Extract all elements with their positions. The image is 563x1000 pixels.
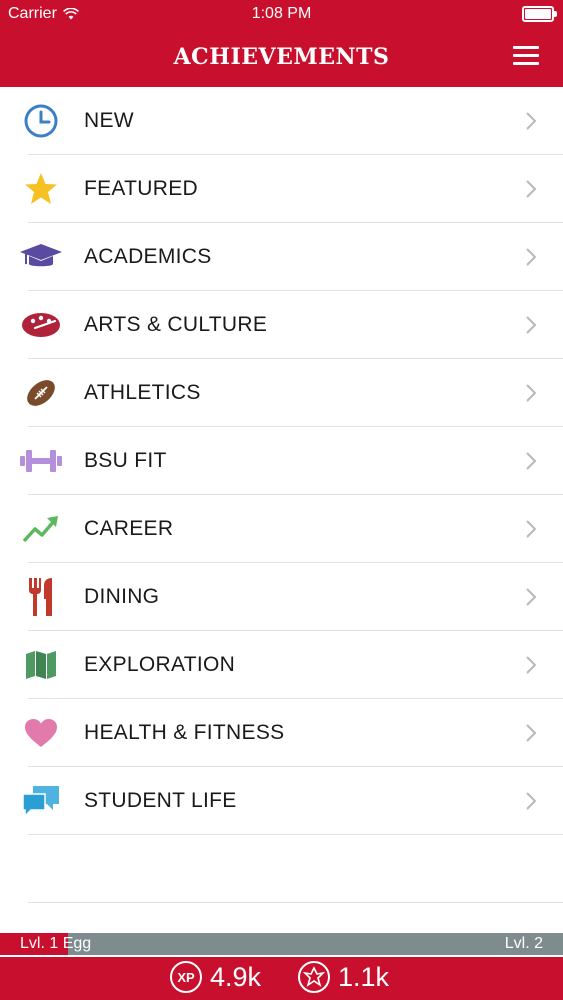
category-label: DINING [84, 585, 160, 608]
trending-up-icon [20, 511, 62, 547]
hamburger-icon [513, 46, 539, 49]
category-item-health-fitness[interactable]: HEALTH & FITNESS [0, 699, 563, 767]
xp-badge-icon: XP [170, 961, 202, 993]
clock-icon [20, 103, 62, 139]
graduation-cap-icon [20, 239, 62, 275]
points-value: 1.1k [338, 961, 390, 992]
category-item-arts-culture[interactable]: ARTS & CULTURE [0, 291, 563, 359]
list-spacer [0, 835, 563, 903]
chevron-right-icon [526, 316, 537, 334]
category-item-athletics[interactable]: ATHLETICS [0, 359, 563, 427]
category-item-student-life[interactable]: STUDENT LIFE [0, 767, 563, 835]
category-label: ACADEMICS [84, 245, 212, 268]
menu-button[interactable] [513, 46, 539, 66]
top-bar: Carrier 1:08 PM ACHIEVEMENTS [0, 0, 563, 87]
points-stat[interactable]: 1.1k [298, 961, 389, 993]
status-time: 1:08 PM [251, 5, 312, 22]
chevron-right-icon [526, 112, 537, 130]
category-item-new[interactable]: NEW [0, 87, 563, 155]
category-label: CAREER [84, 517, 174, 540]
dumbbell-icon [20, 443, 62, 479]
category-item-dining[interactable]: DINING [0, 563, 563, 631]
stats-bar: XP 4.9k 1.1k [0, 955, 563, 1000]
chevron-right-icon [526, 724, 537, 742]
category-label: BSU FIT [84, 449, 167, 472]
chevron-right-icon [526, 452, 537, 470]
football-icon [20, 375, 62, 411]
cardinal-badge-icon [298, 961, 330, 993]
map-icon [20, 647, 62, 683]
category-label: ATHLETICS [84, 381, 201, 404]
chevron-right-icon [526, 588, 537, 606]
level-progress-bar: Lvl. 1 Egg Lvl. 2 [0, 933, 563, 955]
palette-icon [20, 307, 62, 343]
category-label: FEATURED [84, 177, 199, 200]
category-item-featured[interactable]: FEATURED [0, 155, 563, 223]
battery-icon [522, 6, 557, 22]
category-item-exploration[interactable]: EXPLORATION [0, 631, 563, 699]
chevron-right-icon [526, 792, 537, 810]
star-icon [20, 171, 62, 207]
current-level-label: Lvl. 1 Egg [20, 935, 92, 952]
xp-value: 4.9k [210, 961, 262, 992]
fork-knife-icon [20, 578, 62, 616]
category-item-academics[interactable]: ACADEMICS [0, 223, 563, 291]
chevron-right-icon [526, 248, 537, 266]
xp-stat[interactable]: XP 4.9k [170, 961, 261, 993]
category-item-career[interactable]: CAREER [0, 495, 563, 563]
category-list: NEW FEATURED ACADEMICS ARTS & CULTURE AT… [0, 87, 563, 903]
heart-icon [20, 715, 62, 751]
status-bar: Carrier 1:08 PM [0, 0, 563, 30]
chat-bubbles-icon [20, 783, 62, 819]
category-label: STUDENT LIFE [84, 789, 237, 812]
category-label: HEALTH & FITNESS [84, 721, 285, 744]
page-title: ACHIEVEMENTS [173, 44, 390, 70]
category-label: ARTS & CULTURE [84, 313, 268, 336]
hamburger-line [513, 62, 539, 65]
next-level-label: Lvl. 2 [504, 935, 543, 952]
chevron-right-icon [526, 384, 537, 402]
category-label: NEW [84, 109, 134, 132]
category-label: EXPLORATION [84, 653, 236, 676]
category-item-bsu-fit[interactable]: BSU FIT [0, 427, 563, 495]
hamburger-line [513, 54, 539, 57]
chevron-right-icon [526, 180, 537, 198]
chevron-right-icon [526, 656, 537, 674]
chevron-right-icon [526, 520, 537, 538]
